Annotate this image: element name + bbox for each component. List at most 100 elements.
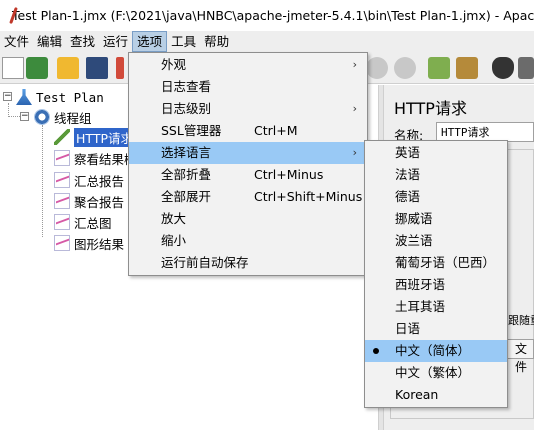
tree-item-aggregate-report[interactable]: 聚合报告 [54, 191, 124, 211]
language-option-label: 葡萄牙语（巴西） [395, 255, 496, 270]
menu-item-label: 外观 [161, 57, 187, 72]
listener-graph-icon [54, 214, 70, 230]
menu-item-label: 日志级别 [161, 101, 212, 116]
language-option-label: 波兰语 [395, 233, 433, 248]
tree-guide [8, 116, 20, 117]
menu-tools[interactable]: 工具 [167, 31, 200, 52]
language-option[interactable]: 挪威语 [365, 208, 507, 230]
window-title: Test Plan-1.jmx (F:\2021\java\HNBC\apach… [12, 8, 534, 23]
menu-item-label: 缩小 [161, 233, 187, 248]
menu-bar: 文件 编辑 查找 运行 选项 工具 帮助 [0, 31, 534, 52]
menu-options[interactable]: 选项 [132, 31, 168, 52]
language-option-label: 英语 [395, 145, 421, 160]
files-tab[interactable]: 文件 [506, 339, 534, 374]
menu-item-label: 日志查看 [161, 79, 212, 94]
tree-item-label: 线程组 [54, 110, 92, 126]
menu-item-shortcut: Ctrl+Shift+Minus [254, 189, 363, 204]
menu-run[interactable]: 运行 [99, 31, 132, 52]
language-option[interactable]: 西班牙语 [365, 274, 507, 296]
tree-item-label: 汇总报告 [74, 173, 125, 189]
clear-all-icon[interactable] [456, 57, 478, 79]
menu-item-zoom-in[interactable]: 放大 [129, 208, 367, 230]
tree-item-label: 汇总图 [74, 215, 112, 231]
language-option-selected[interactable]: 中文（简体） [365, 340, 507, 362]
language-option[interactable]: Korean [365, 384, 507, 406]
cut-icon[interactable] [116, 57, 124, 79]
menu-item-log-viewer[interactable]: 日志查看 [129, 76, 367, 98]
language-option-label: 德语 [395, 189, 421, 204]
menu-search[interactable]: 查找 [66, 31, 99, 52]
listener-graph-icon [54, 150, 70, 166]
tree-guide [8, 103, 9, 117]
collapse-toggle-thread-group[interactable]: − [20, 112, 29, 121]
menu-item-label: 放大 [161, 211, 187, 226]
radio-selected-icon [373, 348, 379, 354]
menu-item-label: 全部折叠 [161, 167, 212, 182]
menu-item-shortcut: Ctrl+M [254, 123, 298, 138]
sampler-icon [54, 129, 70, 145]
options-menu: 外观 › 日志查看 日志级别 › SSL管理器 Ctrl+M 选择语言 › 全部… [128, 52, 368, 276]
save-icon[interactable] [86, 57, 108, 79]
follow-redirects-label: 跟随重 [508, 314, 534, 327]
listener-graph-icon [54, 235, 70, 251]
menu-item-label: SSL管理器 [161, 123, 222, 138]
tree-guide [42, 125, 43, 237]
language-option-label: 土耳其语 [395, 299, 446, 314]
menu-file[interactable]: 文件 [0, 31, 33, 52]
menu-item-label: 选择语言 [161, 145, 212, 160]
language-option[interactable]: 波兰语 [365, 230, 507, 252]
tree-item-test-plan[interactable]: Test Plan [16, 87, 104, 107]
language-option[interactable]: 英语 [365, 142, 507, 164]
language-option[interactable]: 日语 [365, 318, 507, 340]
tree-item-graph-results[interactable]: 图形结果 [54, 233, 124, 253]
tree-item-summary-report[interactable]: 汇总报告 [54, 170, 124, 190]
language-option-label: 挪威语 [395, 211, 433, 226]
open-folder-icon[interactable] [57, 57, 79, 79]
chevron-right-icon: › [352, 146, 357, 159]
gear-icon [34, 109, 50, 125]
tree-item-label: Test Plan [36, 89, 104, 105]
language-option[interactable]: 法语 [365, 164, 507, 186]
menu-item-log-level[interactable]: 日志级别 › [129, 98, 367, 120]
menu-item-label: 运行前自动保存 [161, 255, 249, 270]
language-option[interactable]: 葡萄牙语（巴西） [365, 252, 507, 274]
menu-item-choose-language[interactable]: 选择语言 › [129, 142, 367, 164]
clear-icon[interactable] [428, 57, 450, 79]
templates-icon[interactable] [26, 57, 48, 79]
name-input[interactable]: HTTP请求 [436, 122, 534, 142]
title-bar: Test Plan-1.jmx (F:\2021\java\HNBC\apach… [0, 0, 534, 31]
menu-edit[interactable]: 编辑 [33, 31, 66, 52]
menu-item-save-before-run[interactable]: 运行前自动保存 [129, 252, 367, 274]
binoculars-icon[interactable] [492, 57, 514, 79]
chevron-right-icon: › [352, 58, 357, 71]
new-file-icon[interactable] [2, 57, 24, 79]
listener-graph-icon [54, 193, 70, 209]
reset-search-icon[interactable] [518, 57, 534, 79]
test-plan-icon [16, 89, 32, 105]
menu-item-ssl-manager[interactable]: SSL管理器 Ctrl+M [129, 120, 367, 142]
language-submenu: 英语 法语 德语 挪威语 波兰语 葡萄牙语（巴西） 西班牙语 土耳其语 日语 中… [364, 140, 508, 408]
language-option-label: Korean [395, 387, 439, 402]
collapse-toggle-root[interactable]: − [3, 92, 12, 101]
language-option[interactable]: 土耳其语 [365, 296, 507, 318]
menu-item-collapse-all[interactable]: 全部折叠 Ctrl+Minus [129, 164, 367, 186]
language-option[interactable]: 中文（繁体） [365, 362, 507, 384]
tree-item-label: HTTP请求 [74, 127, 135, 147]
language-option-label: 中文（繁体） [395, 365, 471, 380]
language-option[interactable]: 德语 [365, 186, 507, 208]
menu-item-shortcut: Ctrl+Minus [254, 167, 324, 182]
tree-item-http-request[interactable]: HTTP请求 [54, 127, 135, 147]
tree-item-thread-group[interactable]: 线程组 [34, 107, 92, 127]
stop-icon[interactable] [366, 57, 388, 79]
language-option-label: 日语 [395, 321, 421, 336]
tree-item-view-results-tree[interactable]: 察看结果树 [54, 148, 137, 168]
menu-item-expand-all[interactable]: 全部展开 Ctrl+Shift+Minus [129, 186, 367, 208]
tree-item-summary-graph[interactable]: 汇总图 [54, 212, 112, 232]
menu-item-zoom-out[interactable]: 缩小 [129, 230, 367, 252]
menu-item-appearance[interactable]: 外观 › [129, 54, 367, 76]
chevron-right-icon: › [352, 102, 357, 115]
language-option-label: 中文（简体） [395, 343, 471, 358]
menu-help[interactable]: 帮助 [200, 31, 233, 52]
menu-item-label: 全部展开 [161, 189, 212, 204]
shutdown-icon[interactable] [394, 57, 416, 79]
